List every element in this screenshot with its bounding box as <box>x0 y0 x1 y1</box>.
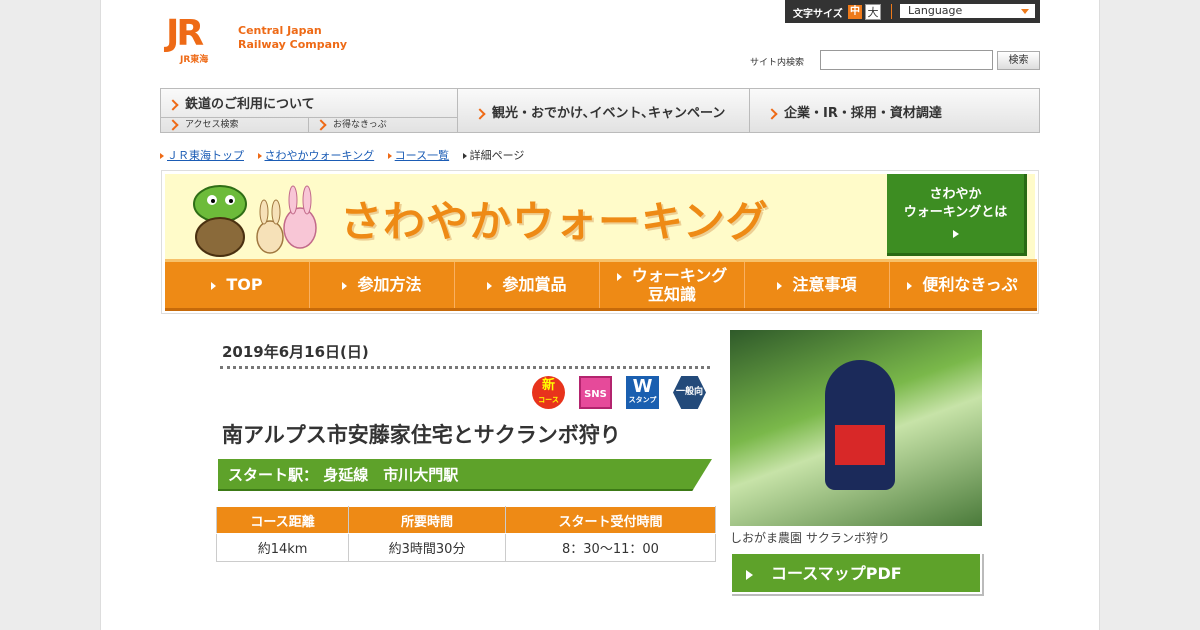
triangle-icon <box>257 153 262 159</box>
language-select-value: Language <box>908 4 963 17</box>
walking-nav-notes-label: 注意事項 <box>792 275 857 294</box>
triangle-icon <box>462 153 467 159</box>
walking-nav-tickets-label: 便利なきっぷ <box>922 275 1018 294</box>
walking-nav-tips[interactable]: ウォーキング 豆知識 <box>600 262 745 308</box>
search-button[interactable]: 検索 <box>997 51 1040 70</box>
course-map-pdf-button[interactable]: コースマップPDF <box>730 552 982 594</box>
w-stamp-icon-sub: スタンプ <box>628 396 657 404</box>
gnav-tourism-label: 観光・おでかけ､イベント､キャンペーン <box>492 106 726 121</box>
gnav-tickets-link[interactable]: お得なきっぷ <box>309 117 458 132</box>
gnav-tourism-link[interactable]: 観光・おでかけ､イベント､キャンペーン <box>458 89 750 132</box>
company-name-line1: Central Japan <box>238 24 322 37</box>
company-name: Central Japan Railway Company <box>238 24 347 52</box>
breadcrumb-course-list[interactable]: コース一覧 <box>395 149 449 162</box>
jr-logo-sub: JR東海 <box>180 55 209 65</box>
breadcrumb-walking[interactable]: さわやかウォーキング <box>265 149 375 162</box>
banner-title: さわやかウォーキング <box>340 197 769 246</box>
triangle-icon <box>487 281 493 290</box>
table-cell-start-time: 8：30～11：00 <box>504 533 717 562</box>
gnav-corporate-label: 企業・IR・採用・資材調達 <box>784 106 942 121</box>
walking-nav-how-to-join-label: 参加方法 <box>357 275 422 294</box>
about-walking-button[interactable]: さわやか ウォーキングとは <box>887 174 1027 256</box>
table-header-duration: 所要時間 <box>348 506 506 534</box>
utility-bar: 文字サイズ 中 大 Language <box>785 0 1040 23</box>
triangle-icon <box>907 281 913 290</box>
walking-banner: さわやかウォーキング さわやか ウォーキングとは TOP 参加方法 参加賞品 ウ… <box>161 170 1039 314</box>
gnav-rail: 鉄道のご利用について アクセス検索 お得なきっぷ <box>161 89 458 132</box>
banner-header: さわやかウォーキング さわやか ウォーキングとは <box>165 174 1035 259</box>
walking-nav-top-label: TOP <box>226 275 263 294</box>
walking-nav-top[interactable]: TOP <box>165 262 310 308</box>
walking-nav-prizes-label: 参加賞品 <box>502 275 567 294</box>
breadcrumb-current: 詳細ページ <box>469 149 525 162</box>
course-title: 南アルプス市安藤家住宅とサクランボ狩り <box>222 423 621 447</box>
triangle-icon <box>160 153 164 159</box>
sns-icon: SNS <box>579 376 612 409</box>
chevron-down-icon <box>1021 9 1029 14</box>
triangle-icon <box>387 153 392 159</box>
triangle-icon <box>887 226 1024 244</box>
w-stamp-icon: W スタンプ <box>626 376 659 409</box>
table-header-distance: コース距離 <box>215 506 350 534</box>
arrow-right-icon <box>167 118 179 131</box>
new-course-icon-label: 新 <box>541 378 555 393</box>
cherry-picking-photo <box>730 330 982 526</box>
font-size-label: 文字サイズ <box>793 9 843 20</box>
course-date: 2019年6月16日(日) <box>222 343 369 361</box>
about-walking-line2: ウォーキングとは <box>903 205 1008 220</box>
divider <box>891 4 892 19</box>
general-level-icon: 一般向 <box>673 376 706 409</box>
dotted-divider <box>220 366 710 372</box>
walking-nav-how-to-join[interactable]: 参加方法 <box>310 262 455 308</box>
walking-nav-prizes[interactable]: 参加賞品 <box>455 262 600 308</box>
w-stamp-icon-letter: W <box>632 376 653 397</box>
walking-nav-tips-label1: ウォーキング <box>631 266 728 285</box>
breadcrumb-jr-top[interactable]: ＪＲ東海トップ <box>167 149 244 162</box>
walking-nav-tickets[interactable]: 便利なきっぷ <box>890 262 1035 308</box>
language-select[interactable]: Language <box>900 4 1035 18</box>
walking-nav-notes[interactable]: 注意事項 <box>745 262 890 308</box>
new-course-icon-sub: コース <box>538 396 559 404</box>
gnav-corporate-link[interactable]: 企業・IR・採用・資材調達 <box>750 89 1039 132</box>
walking-nav: TOP 参加方法 参加賞品 ウォーキング 豆知識 注意事項 便利なきっぷ <box>165 259 1037 311</box>
mascot-characters-illustration <box>193 185 317 257</box>
global-nav: 鉄道のご利用について アクセス検索 お得なきっぷ 観光・おでかけ､イベント､キャ… <box>160 88 1040 133</box>
arrow-right-icon <box>315 118 327 131</box>
jr-logo-mark: JR <box>166 13 204 54</box>
photo-caption: しおがま農園 サクランボ狩り <box>730 531 890 545</box>
company-name-line2: Railway Company <box>238 38 348 51</box>
walking-nav-tips-label2: 豆知識 <box>647 285 696 304</box>
gnav-access-search-link[interactable]: アクセス検索 <box>161 117 309 132</box>
gnav-tickets-label: お得なきっぷ <box>333 120 387 130</box>
start-station: スタート駅： 身延線 市川大門駅 <box>218 459 712 491</box>
arrow-right-icon <box>167 98 179 111</box>
table-cell-distance: 約14km <box>215 533 350 562</box>
gnav-rail-label: 鉄道のご利用について <box>185 97 315 112</box>
triangle-icon <box>211 281 217 290</box>
course-info-table: コース距離 所要時間 スタート受付時間 約14km 約3時間30分 8：30～1… <box>215 506 717 562</box>
new-course-icon: 新コース <box>532 376 565 409</box>
arrow-right-icon <box>474 107 486 120</box>
triangle-icon <box>616 272 622 281</box>
about-walking-line1: さわやか <box>929 187 982 202</box>
triangle-icon <box>746 569 753 580</box>
photo-red-shirt <box>835 425 885 465</box>
arrow-right-icon <box>766 107 778 120</box>
triangle-icon <box>342 281 348 290</box>
table-cell-duration: 約3時間30分 <box>348 533 506 562</box>
breadcrumb: ＪＲ東海トップ さわやかウォーキング コース一覧 詳細ページ <box>160 147 524 163</box>
jr-central-logo[interactable]: JR JR東海 Central Japan Railway Company <box>166 13 356 66</box>
font-size-medium-button[interactable]: 中 <box>848 5 862 19</box>
triangle-icon <box>777 281 783 290</box>
gnav-rail-link[interactable]: 鉄道のご利用について <box>167 93 315 112</box>
course-map-pdf-label: コースマップPDF <box>771 564 902 583</box>
search-label: サイト内検索 <box>750 58 805 68</box>
search-input[interactable] <box>820 50 993 70</box>
table-row: 約14km 約3時間30分 8：30～11：00 <box>215 533 717 562</box>
gnav-access-search-label: アクセス検索 <box>185 120 239 130</box>
font-size-large-button[interactable]: 大 <box>865 4 881 20</box>
course-feature-icons: 新コース SNS W スタンプ 一般向 <box>532 376 710 410</box>
table-header-start-time: スタート受付時間 <box>504 506 717 534</box>
